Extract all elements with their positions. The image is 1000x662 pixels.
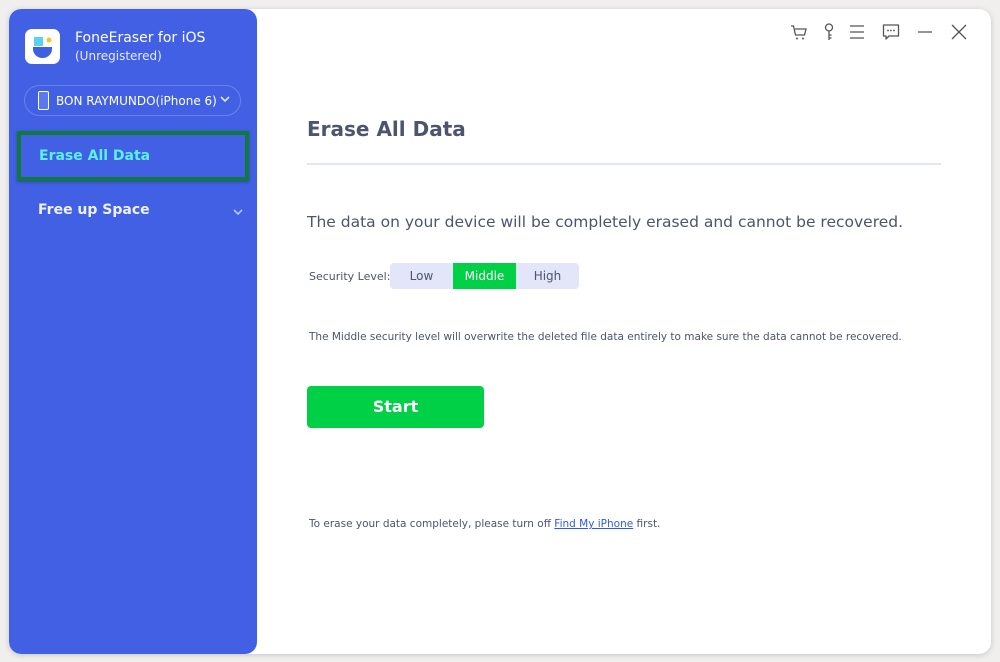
sidebar-item-label: Erase All Data [39, 148, 151, 164]
menu-icon[interactable] [847, 22, 867, 42]
notice-prefix: To erase your data completely, please tu… [309, 518, 555, 530]
minimize-icon[interactable] [915, 22, 935, 42]
app-window: FoneEraser for iOS (Unregistered) BON RA… [9, 9, 991, 654]
find-my-iphone-link[interactable]: Find My iPhone [554, 518, 633, 530]
security-option-high[interactable]: High [516, 263, 579, 289]
sidebar-item-erase-all-data[interactable]: Erase All Data [17, 131, 249, 181]
close-icon[interactable] [949, 22, 969, 42]
foneeraser-logo-icon [25, 29, 60, 64]
chevron-down-icon [218, 92, 232, 109]
security-level-label: Security Level: [309, 270, 391, 283]
key-icon[interactable] [819, 22, 839, 42]
phone-icon [38, 91, 49, 110]
feedback-icon[interactable] [881, 22, 901, 42]
security-level-note: The Middle security level will overwrite… [309, 331, 902, 343]
title-divider [307, 163, 941, 165]
device-name: BON RAYMUNDO(iPhone 6) [56, 94, 217, 108]
sidebar-item-free-up-space[interactable]: Free up Space [17, 189, 249, 239]
find-my-iphone-notice: To erase your data completely, please tu… [309, 518, 660, 530]
chevron-down-icon [231, 204, 245, 223]
registration-status: (Unregistered) [75, 49, 162, 63]
start-button[interactable]: Start [307, 386, 484, 428]
page-title: Erase All Data [307, 117, 466, 141]
app-title: FoneEraser for iOS [75, 30, 206, 46]
cart-icon[interactable] [789, 22, 809, 42]
sidebar-item-label: Free up Space [38, 202, 150, 218]
security-option-middle[interactable]: Middle [453, 263, 516, 289]
device-selector[interactable]: BON RAYMUNDO(iPhone 6) [24, 85, 241, 116]
security-option-low[interactable]: Low [390, 263, 453, 289]
notice-suffix: first. [633, 518, 661, 530]
security-level-selector: Low Middle High [390, 263, 579, 289]
erase-description: The data on your device will be complete… [307, 213, 904, 231]
sidebar: FoneEraser for iOS (Unregistered) BON RA… [9, 9, 257, 654]
